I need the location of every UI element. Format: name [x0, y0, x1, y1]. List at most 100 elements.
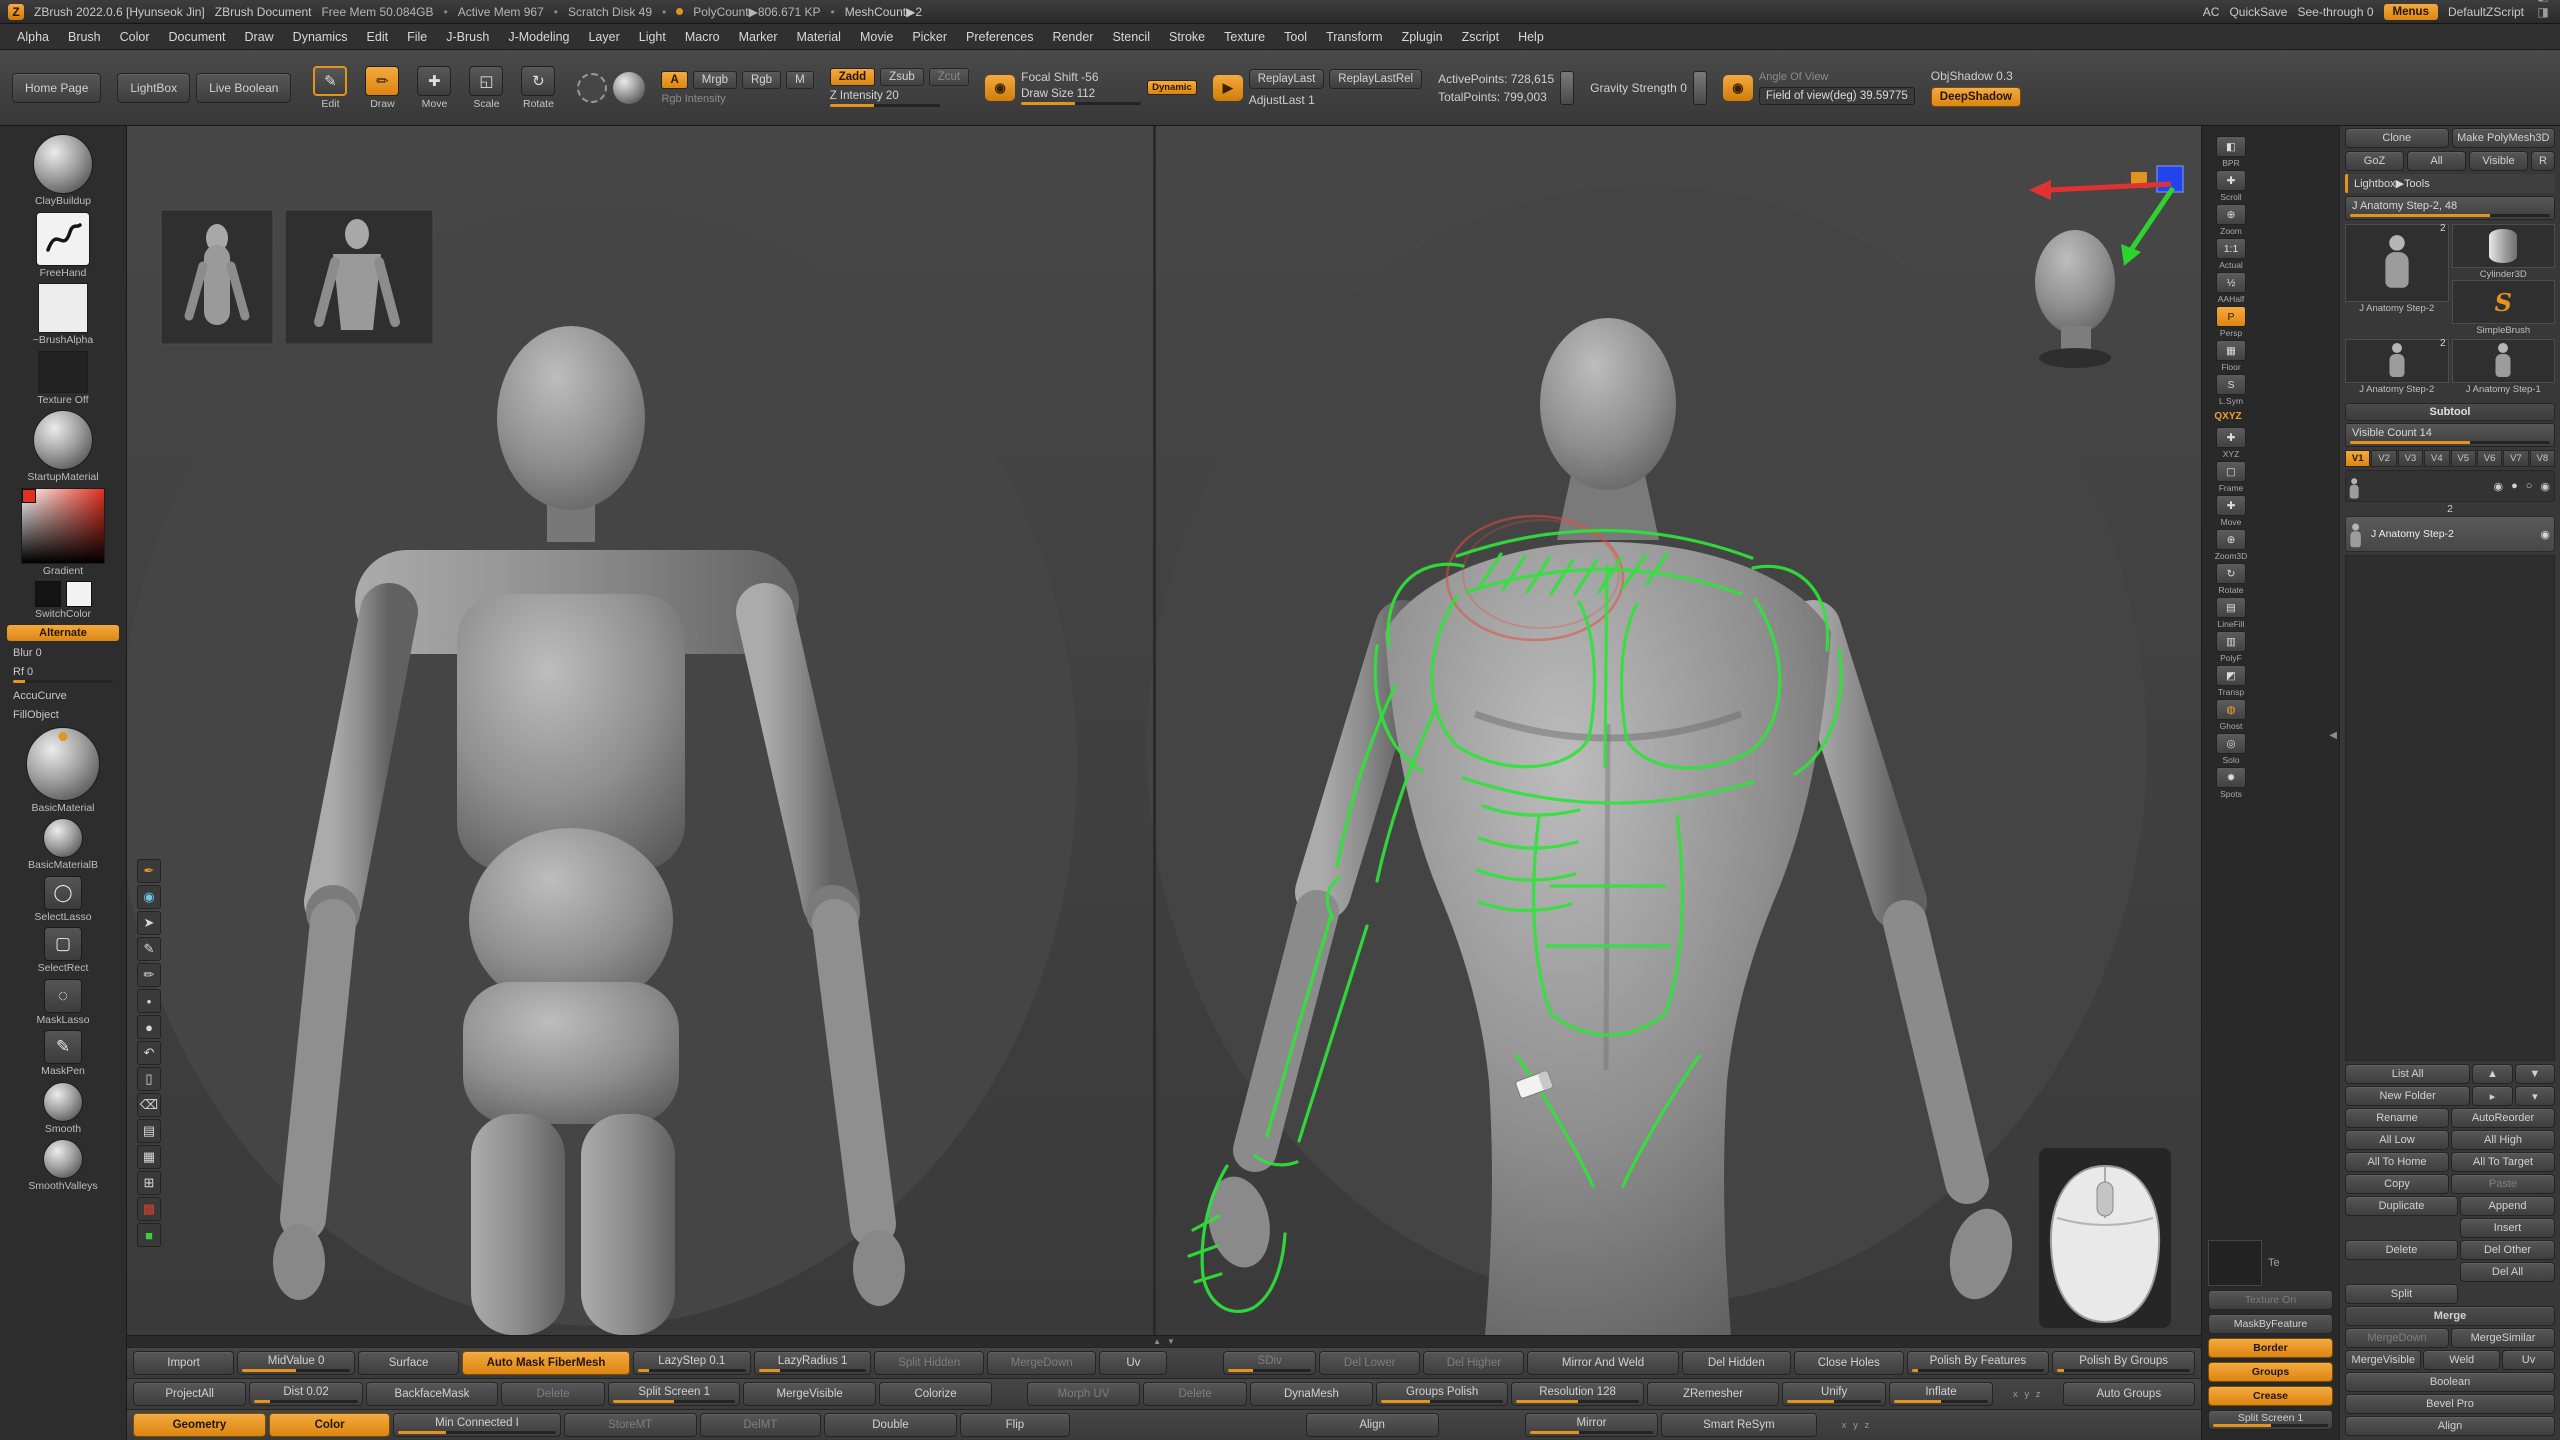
viewport-divider[interactable] [1153, 126, 1156, 1335]
menu-draw[interactable]: Draw [236, 27, 283, 47]
menu-texture[interactable]: Texture [1215, 27, 1274, 47]
subtool-row-selected[interactable]: J Anatomy Step-2 ◉ [2345, 516, 2555, 552]
delete-button[interactable]: Delete [2345, 1240, 2458, 1260]
shelf-scroll-button[interactable]: ✚Scroll [2208, 170, 2254, 202]
shelf-l-sym-button[interactable]: SL.Sym [2208, 374, 2254, 406]
shelf-qxyz-button[interactable]: QXYZ [2208, 408, 2248, 425]
menu-zplugin[interactable]: Zplugin [1393, 27, 1452, 47]
subtool-list-area[interactable] [2345, 555, 2555, 1061]
menu-dynamics[interactable]: Dynamics [284, 27, 357, 47]
subtool-dot1-icon[interactable]: ● [2511, 480, 2518, 493]
obj-shadow-slider[interactable]: ObjShadow 0.3 [1931, 69, 2021, 83]
subtool-up-button[interactable]: ▲ [2472, 1064, 2512, 1084]
rename-button[interactable]: Rename [2345, 1108, 2449, 1128]
chip-mrgb[interactable]: Mrgb [693, 71, 737, 89]
subtool-eye-icon[interactable]: ◉ [2540, 528, 2550, 541]
edit-button[interactable]: ✎Edit [307, 66, 353, 110]
rf-0-slider[interactable]: Rf 0 [7, 665, 119, 684]
subtool-tab-v6[interactable]: V6 [2477, 450, 2502, 467]
image-icon[interactable]: ▦ [137, 1145, 161, 1169]
move-button[interactable]: ✚Move [411, 66, 457, 110]
menu-movie[interactable]: Movie [851, 27, 902, 47]
3d-viewport[interactable] [127, 126, 2201, 1335]
menu-layer[interactable]: Layer [579, 27, 628, 47]
palette-item-maskpen[interactable]: ✎MaskPen [41, 1030, 85, 1077]
resolution-128-button[interactable]: Resolution 128 [1511, 1382, 1643, 1406]
menu-color[interactable]: Color [111, 27, 159, 47]
shelf-actual-button[interactable]: 1:1Actual [2208, 238, 2254, 270]
uv-button[interactable]: Uv [1099, 1351, 1167, 1375]
menu-brush[interactable]: Brush [59, 27, 110, 47]
tool-thumbnail-cylinder3d[interactable] [2452, 224, 2556, 268]
shelf-frame-button[interactable]: ▢Frame [2208, 461, 2254, 493]
mergevisible-button[interactable]: MergeVisible [2345, 1350, 2421, 1370]
axis-toggles[interactable]: x y z [1820, 1413, 1893, 1437]
layers-icon[interactable]: ▤ [137, 1119, 161, 1143]
subtool-all-visibility-icon[interactable]: ◉ [2493, 480, 2503, 493]
menu-help[interactable]: Help [1509, 27, 1553, 47]
palette-item-gradient[interactable]: Gradient [21, 488, 105, 577]
folder-next-button[interactable]: ▾ [2515, 1086, 2555, 1106]
chip-a[interactable]: A [661, 71, 687, 89]
shelf-ghost-button[interactable]: ◍Ghost [2208, 699, 2254, 731]
replay-last-rel-button[interactable]: ReplayLastRel [1329, 69, 1422, 89]
split-screen-slider[interactable]: Split Screen 1 [2208, 1410, 2333, 1430]
import-button[interactable]: Import [133, 1351, 234, 1375]
shelf-persp-button[interactable]: PPersp [2208, 306, 2254, 338]
del-higher-button[interactable]: Del Higher [1423, 1351, 1524, 1375]
lazyradius-1-button[interactable]: LazyRadius 1 [754, 1351, 872, 1375]
unify-button[interactable]: Unify [1782, 1382, 1886, 1406]
texture-on-button[interactable]: Texture On [2208, 1290, 2333, 1310]
shelf-aahalf-button[interactable]: ½AAHalf [2208, 272, 2254, 304]
shelf-move-button[interactable]: ✚Move [2208, 495, 2254, 527]
midvalue-0-button[interactable]: MidValue 0 [237, 1351, 355, 1375]
paste-button[interactable]: Paste [2451, 1174, 2555, 1194]
subtool-tab-v8[interactable]: V8 [2530, 450, 2555, 467]
clipboard-icon[interactable]: ▯ [137, 1067, 161, 1091]
storemt-button[interactable]: StoreMT [564, 1413, 697, 1437]
subtool-tab-v2[interactable]: V2 [2371, 450, 2396, 467]
dist-0-02-button[interactable]: Dist 0.02 [249, 1382, 362, 1406]
zremesher-button[interactable]: ZRemesher [1647, 1382, 1779, 1406]
grid-icon[interactable]: ⊞ [137, 1171, 161, 1195]
accucurve-control[interactable]: AccuCurve [7, 689, 119, 703]
select-arrow-icon[interactable]: ➤ [137, 911, 161, 935]
delmt-button[interactable]: DelMT [700, 1413, 821, 1437]
shelf-linefill-button[interactable]: ▤LineFill [2208, 597, 2254, 629]
align-button[interactable]: Align [1306, 1413, 1439, 1437]
del-lower-button[interactable]: Del Lower [1319, 1351, 1420, 1375]
lazystep-0-1-button[interactable]: LazyStep 0.1 [633, 1351, 751, 1375]
subtool-tab-v4[interactable]: V4 [2424, 450, 2449, 467]
lightbox-tools-breadcrumb[interactable]: Lightbox▶Tools [2345, 174, 2555, 193]
material-thumbnail[interactable] [613, 72, 645, 104]
subtool-tab-v7[interactable]: V7 [2503, 450, 2528, 467]
smart-resym-button[interactable]: Smart ReSym [1661, 1413, 1817, 1437]
deep-shadow-button[interactable]: DeepShadow [1931, 87, 2021, 107]
tool-thumbnail-anatomy-step-2[interactable]: 2 [2345, 339, 2449, 383]
groups-button[interactable]: Groups [2208, 1362, 2333, 1382]
make-polymesh3d-button[interactable]: Make PolyMesh3D [2452, 128, 2556, 148]
surface-button[interactable]: Surface [358, 1351, 459, 1375]
boolean-button[interactable]: Boolean [2345, 1372, 2555, 1392]
stroke-type-thumbnail[interactable] [577, 73, 607, 103]
projectall-button[interactable]: ProjectAll [133, 1382, 246, 1406]
home-page-button[interactable]: Home Page [12, 73, 101, 103]
shelf-bpr-button[interactable]: ◧BPR [2208, 136, 2254, 168]
subtool-tab-v3[interactable]: V3 [2398, 450, 2423, 467]
visibility-eye-icon[interactable]: ◉ [137, 885, 161, 909]
colorize-button[interactable]: Colorize [879, 1382, 992, 1406]
draw-button[interactable]: ✏Draw [359, 66, 405, 110]
palette-item-brushalpha[interactable]: ~BrushAlpha [33, 283, 93, 346]
menu-transform[interactable]: Transform [1317, 27, 1392, 47]
shelf-zoom-button[interactable]: ⊕Zoom [2208, 204, 2254, 236]
shelf-transp-button[interactable]: ◩Transp [2208, 665, 2254, 697]
chip-m[interactable]: M [786, 71, 814, 89]
see-through-slider[interactable]: See-through 0 [2297, 5, 2373, 19]
gravity-strength-slider[interactable]: Gravity Strength 0 [1590, 81, 1687, 95]
bevel-pro-button[interactable]: Bevel Pro [2345, 1394, 2555, 1414]
alternate-button[interactable]: Alternate [7, 625, 119, 641]
menu-macro[interactable]: Macro [676, 27, 729, 47]
all-high-button[interactable]: All High [2451, 1130, 2555, 1150]
subtool-section-header[interactable]: Subtool [2345, 403, 2555, 421]
split-button[interactable]: Split [2345, 1284, 2458, 1304]
